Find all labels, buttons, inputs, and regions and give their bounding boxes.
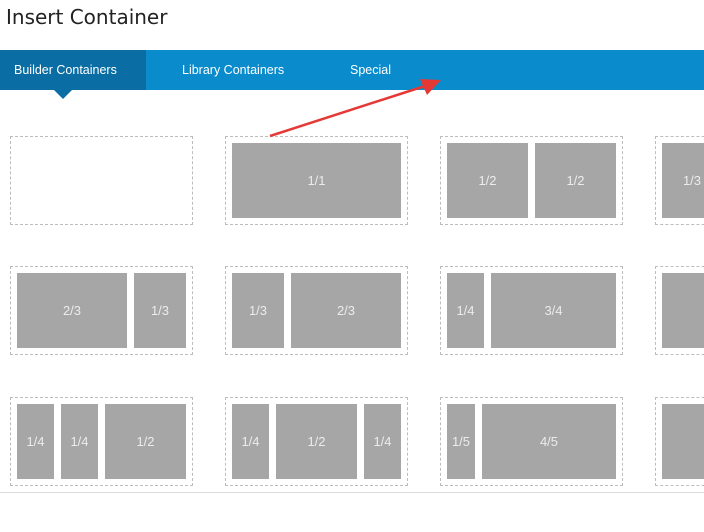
active-tab-indicator xyxy=(54,90,72,99)
layout-1-3-2-3[interactable]: 1/3 2/3 xyxy=(225,266,408,355)
column-block: 1/4 xyxy=(61,404,98,479)
column-block: 1/1 xyxy=(232,143,401,218)
layout-partial[interactable] xyxy=(655,397,704,486)
tab-bar: Builder Containers Library Containers Sp… xyxy=(0,50,704,90)
tab-library-containers[interactable]: Library Containers xyxy=(182,50,284,90)
column-block: 1/2 xyxy=(447,143,528,218)
layout-1-4-1-4-1-2[interactable]: 1/4 1/4 1/2 xyxy=(10,397,193,486)
layout-1-4-3-4[interactable]: 1/4 3/4 xyxy=(440,266,623,355)
column-block xyxy=(662,273,704,348)
layout-2-3-1-3[interactable]: 2/3 1/3 xyxy=(10,266,193,355)
column-block: 1/4 xyxy=(17,404,54,479)
column-block: 2/3 xyxy=(291,273,401,348)
layout-1-2-1-2[interactable]: 1/2 1/2 xyxy=(440,136,623,225)
column-block: 2/3 xyxy=(17,273,127,348)
tab-builder-containers[interactable]: Builder Containers xyxy=(0,50,146,90)
column-block: 1/2 xyxy=(535,143,616,218)
layout-1-4-1-2-1-4[interactable]: 1/4 1/2 1/4 xyxy=(225,397,408,486)
column-block: 1/2 xyxy=(105,404,186,479)
column-block: 1/4 xyxy=(232,404,269,479)
column-block: 1/4 xyxy=(364,404,401,479)
layout-thirds[interactable]: 1/3 xyxy=(655,136,704,225)
divider xyxy=(0,492,704,493)
layout-empty[interactable] xyxy=(10,136,193,225)
column-block: 1/3 xyxy=(134,273,186,348)
column-block: 1/4 xyxy=(447,273,484,348)
column-block: 4/5 xyxy=(482,404,616,479)
layout-partial[interactable] xyxy=(655,266,704,355)
column-block: 1/2 xyxy=(276,404,357,479)
column-block: 1/3 xyxy=(232,273,284,348)
column-block: 1/3 xyxy=(662,143,704,218)
layout-1-1[interactable]: 1/1 xyxy=(225,136,408,225)
layout-1-5-4-5[interactable]: 1/5 4/5 xyxy=(440,397,623,486)
column-block: 3/4 xyxy=(491,273,616,348)
column-block xyxy=(662,404,704,479)
tab-special[interactable]: Special xyxy=(350,50,391,90)
page-title: Insert Container xyxy=(6,5,168,29)
column-block: 1/5 xyxy=(447,404,475,479)
